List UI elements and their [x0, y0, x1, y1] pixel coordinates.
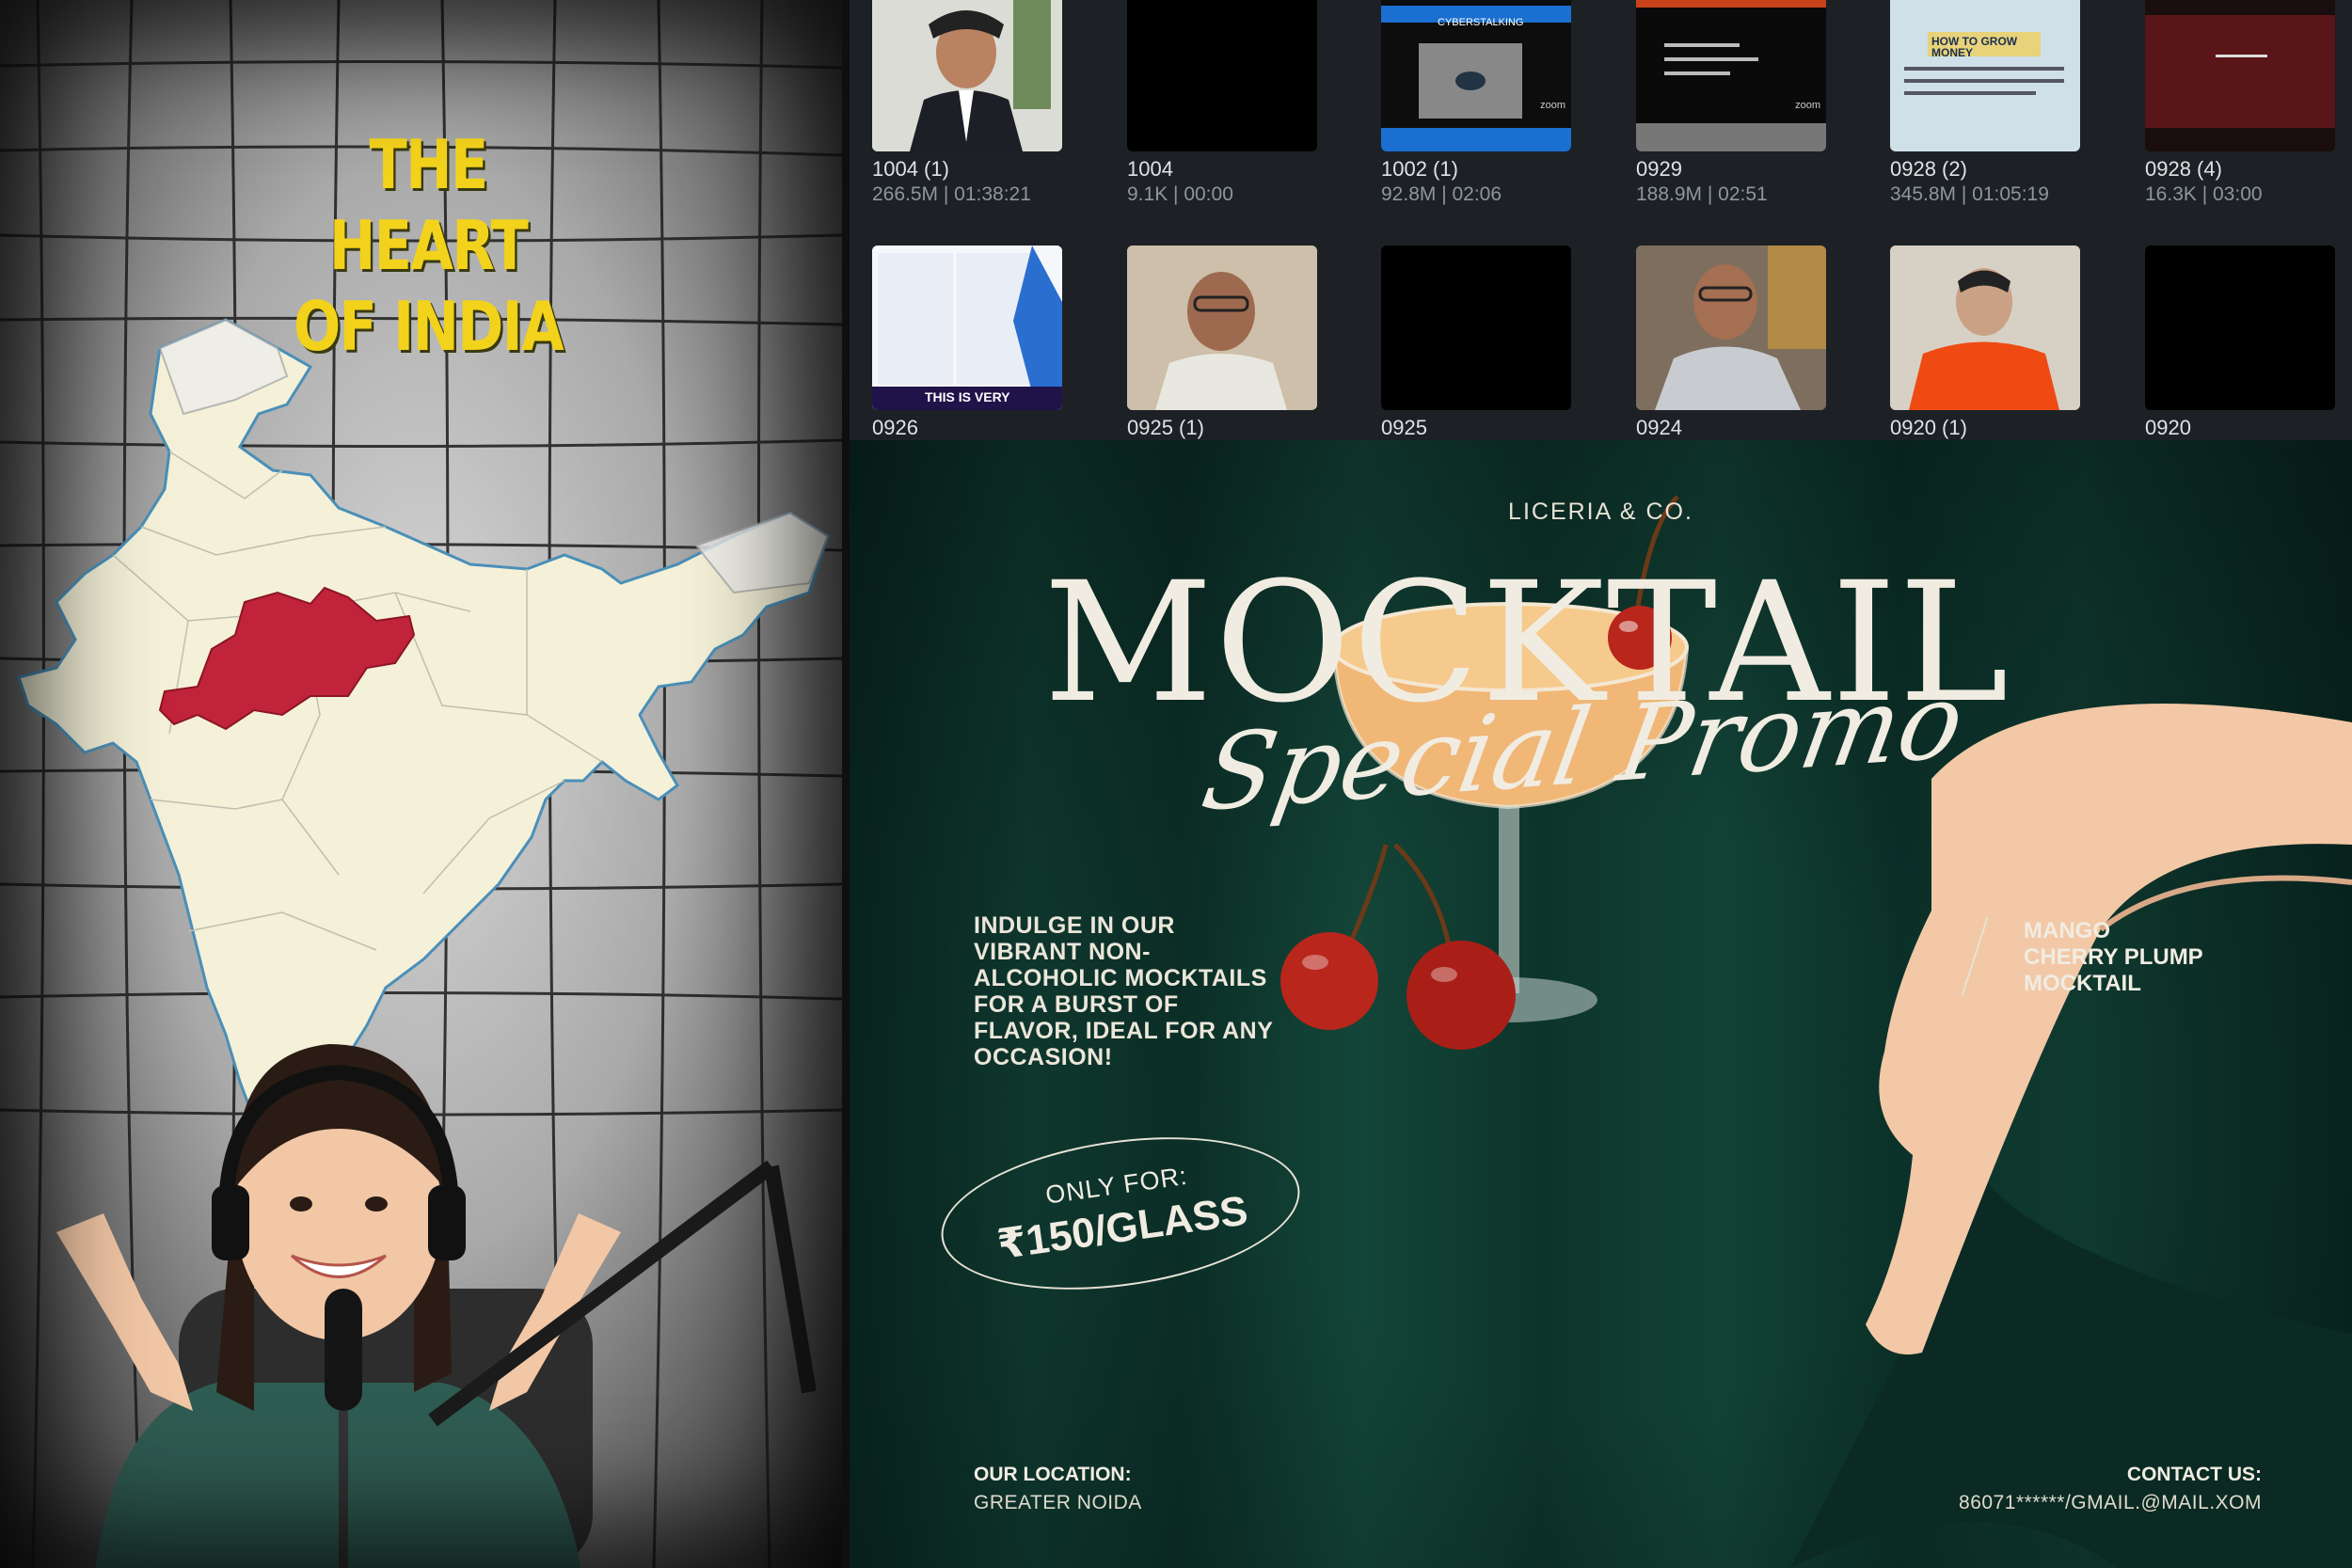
file-name[interactable]: 0920	[2145, 416, 2335, 440]
file-name[interactable]: 1002 (1)	[1381, 157, 1571, 182]
file-meta: 188.9M | 02:51	[1636, 183, 1768, 205]
file-name[interactable]: 0924	[1636, 416, 1826, 440]
india-map-poster: THE HEART OF INDIA	[0, 0, 842, 1568]
file-tile[interactable]: zoom 0929 188.9M | 02:51	[1636, 0, 1826, 206]
thumb-caption: THIS IS VERY	[925, 389, 1010, 404]
video-thumbnail[interactable]	[2145, 0, 2335, 151]
file-meta: 9.1K | 00:00	[1127, 183, 1233, 205]
file-tile[interactable]: CYBERSTALKING zoom 1002 (1) 92.8M | 02:0…	[1381, 0, 1571, 206]
video-thumbnail[interactable]	[1127, 245, 1317, 410]
video-thumbnail[interactable]	[1890, 245, 2080, 410]
file-tile[interactable]: 0928 (4) 16.3K | 03:00	[2145, 0, 2335, 206]
video-thumbnail[interactable]	[872, 0, 1062, 151]
promo-description: INDULGE IN OUR VIBRANT NON-ALCOHOLIC MOC…	[974, 912, 1273, 1070]
file-tile[interactable]: 0920 (1)	[1890, 245, 2080, 440]
file-browser-grid: 1004 (1) 266.5M | 01:38:21 1004 9.1K | 0…	[850, 0, 2352, 440]
mocktail-promo-poster: LICERIA & CO. MOCKTAIL Special Promo IND…	[850, 440, 2352, 1568]
thumb-caption: HOW TO GROW MONEY	[1931, 35, 2018, 59]
file-tile[interactable]: 0924	[1636, 245, 1826, 440]
contact-label: CONTACT US:	[2126, 1464, 2262, 1485]
zoom-watermark: zoom	[1540, 100, 1565, 111]
file-meta: 345.8M | 01:05:19	[1890, 183, 2049, 205]
file-tile[interactable]: 0925	[1381, 245, 1571, 440]
cherry	[1280, 932, 1378, 1030]
file-tile[interactable]: THIS IS VERY 0926	[872, 245, 1062, 440]
file-tile[interactable]: 0925 (1)	[1127, 245, 1317, 440]
contact-value: 86071******/GMAIL.@MAIL.XOM	[1959, 1492, 2262, 1513]
file-name[interactable]: 0929	[1636, 157, 1826, 182]
video-thumbnail[interactable]	[2145, 245, 2335, 410]
thumb-caption: CYBERSTALKING	[1438, 17, 1524, 28]
video-thumbnail[interactable]	[1636, 245, 1826, 410]
cherry	[1406, 941, 1516, 1050]
location-value: GREATER NOIDA	[974, 1492, 1142, 1513]
video-thumbnail[interactable]: HOW TO GROW MONEY	[1890, 0, 2080, 151]
file-name[interactable]: 1004	[1127, 157, 1317, 182]
file-name[interactable]: 0925 (1)	[1127, 416, 1317, 440]
file-meta: 266.5M | 01:38:21	[872, 183, 1031, 205]
podcast-girl	[56, 1044, 817, 1568]
brand-name: LICERIA & CO.	[1508, 499, 1693, 525]
file-name[interactable]: 0926	[872, 416, 1062, 440]
video-thumbnail[interactable]: CYBERSTALKING zoom	[1381, 0, 1571, 151]
file-tile[interactable]: 0920	[2145, 245, 2335, 440]
video-thumbnail[interactable]	[1381, 245, 1571, 410]
file-tile[interactable]: HOW TO GROW MONEY 0928 (2) 345.8M | 01:0…	[1890, 0, 2080, 206]
product-name: MANGO CHERRY PLUMP MOCKTAIL	[2024, 918, 2203, 996]
file-name[interactable]: 0928 (2)	[1890, 157, 2080, 182]
file-meta: 16.3K | 03:00	[2145, 183, 2263, 205]
location-label: OUR LOCATION:	[974, 1464, 1132, 1485]
file-name[interactable]: 0920 (1)	[1890, 416, 2080, 440]
video-thumbnail[interactable]	[1127, 0, 1317, 151]
video-thumbnail[interactable]: zoom	[1636, 0, 1826, 151]
file-tile[interactable]: 1004 9.1K | 00:00	[1127, 0, 1317, 206]
file-name[interactable]: 1004 (1)	[872, 157, 1062, 182]
file-meta: 92.8M | 02:06	[1381, 183, 1502, 205]
zoom-watermark: zoom	[1795, 100, 1820, 111]
video-thumbnail[interactable]: THIS IS VERY	[872, 245, 1062, 410]
file-tile[interactable]: 1004 (1) 266.5M | 01:38:21	[872, 0, 1062, 206]
panel-divider	[842, 0, 850, 1568]
file-name[interactable]: 0928 (4)	[2145, 157, 2335, 182]
file-name[interactable]: 0925	[1381, 416, 1571, 440]
